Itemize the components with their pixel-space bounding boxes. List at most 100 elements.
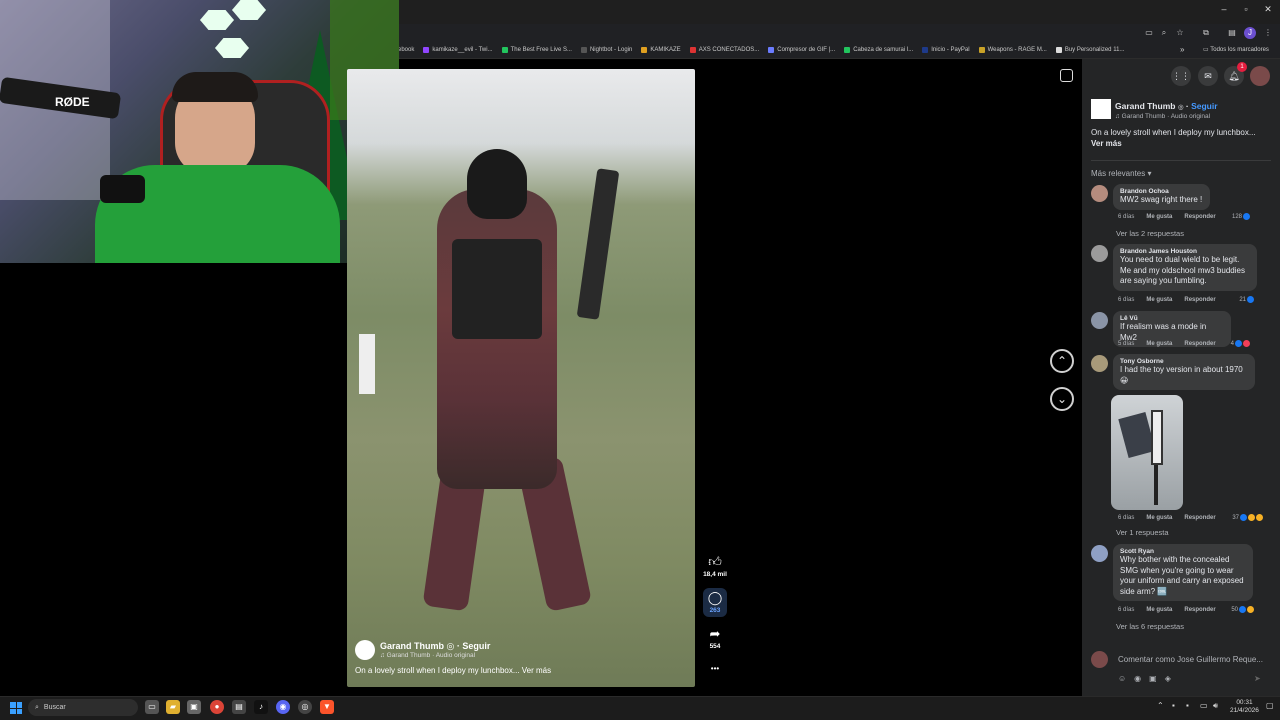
commenter-name[interactable]: Tony Osborne — [1120, 358, 1248, 365]
task-view-icon[interactable]: ▭ — [145, 700, 159, 714]
volume-icon[interactable]: 🔊︎ — [1213, 701, 1218, 711]
brave-icon[interactable]: ▼ — [320, 700, 334, 714]
file-explorer-icon[interactable]: ▰ — [166, 700, 180, 714]
cast-icon[interactable]: ▭ — [1143, 27, 1155, 39]
view-replies-link[interactable]: Ver 1 respuesta — [1116, 528, 1169, 537]
bookmark-item[interactable]: KAMIKAZE — [641, 47, 681, 53]
commenter-avatar[interactable] — [1091, 185, 1108, 202]
next-reel-button[interactable]: ⌄ — [1050, 387, 1074, 411]
notifications-icon[interactable]: ▢ — [1266, 701, 1274, 710]
emoji-icon[interactable]: ☺ — [1118, 674, 1126, 683]
clock[interactable]: 00:31 21/4/2026 — [1230, 699, 1259, 715]
windows-start-icon[interactable] — [10, 702, 22, 714]
comment-like-button[interactable]: Me gusta — [1146, 214, 1172, 220]
panel-audio[interactable]: ♫ Garand Thumb · Audio original — [1115, 113, 1210, 120]
reel-video[interactable] — [347, 69, 695, 687]
browser-menu-icon[interactable]: ⋮ — [1262, 27, 1274, 39]
bookmark-item[interactable]: Buy Personalized 11... — [1055, 47, 1124, 53]
profile-avatar[interactable] — [1250, 66, 1270, 86]
comment-input[interactable]: Comentar como Jose Guillermo Reque... — [1118, 655, 1268, 664]
view-replies-link[interactable]: Ver las 2 respuestas — [1116, 229, 1184, 238]
reaction-count[interactable]: 21 — [1239, 296, 1254, 303]
comment-reply-button[interactable]: Responder — [1184, 214, 1215, 220]
bookmark-item[interactable]: AXS CONECTADOS... — [689, 47, 759, 53]
comment-reply-button[interactable]: Responder — [1184, 515, 1215, 521]
comment-reply-button[interactable]: Responder — [1184, 341, 1215, 347]
reaction-count[interactable]: 4 — [1231, 340, 1250, 347]
camera-icon[interactable]: ◉ — [1134, 674, 1141, 683]
commenter-avatar[interactable] — [1091, 355, 1108, 372]
comment-like-button[interactable]: Me gusta — [1146, 341, 1172, 347]
commenter-name[interactable]: Lê Vũ — [1120, 315, 1224, 322]
zoom-icon[interactable]: ⌕ — [1158, 27, 1170, 39]
video-follow-button[interactable]: Seguir — [462, 641, 490, 651]
comment-reply-button[interactable]: Responder — [1184, 607, 1215, 613]
comment-like-button[interactable]: Me gusta — [1146, 607, 1172, 613]
bookmark-item[interactable]: ebook — [398, 47, 414, 53]
panel-follow-button[interactable]: Seguir — [1191, 101, 1217, 111]
collapse-panel-icon[interactable] — [1060, 69, 1073, 82]
gif-icon[interactable]: ▣ — [1149, 674, 1157, 683]
bookmark-item[interactable]: Weapons - RAGE M... — [978, 47, 1047, 53]
maximize-button[interactable]: ▫ — [1236, 4, 1256, 14]
bookmark-item[interactable]: kamikaze__evil - Twi... — [423, 47, 493, 53]
comment-time[interactable]: 6 días — [1118, 607, 1134, 613]
discord-icon[interactable]: ◉ — [276, 700, 290, 714]
bookmark-item[interactable]: Compresor de GIF |... — [768, 47, 835, 53]
video-audio[interactable]: ♫ Garand Thumb · Audio original — [380, 652, 490, 659]
bookmark-item[interactable]: Inicio - PayPal — [922, 47, 970, 53]
tray-expand-icon[interactable]: ⌃ — [1157, 701, 1164, 710]
bookmark-item[interactable]: Cabeza de samurai l... — [844, 47, 913, 53]
comment-like-button[interactable]: Me gusta — [1146, 297, 1172, 303]
chrome-icon[interactable]: ● — [210, 700, 224, 714]
commenter-avatar[interactable] — [1091, 545, 1108, 562]
bookmark-item[interactable]: The Best Free Live S... — [501, 47, 572, 53]
comment-reply-button[interactable]: Responder — [1184, 297, 1215, 303]
grid-icon[interactable]: ⋮⋮ — [1171, 66, 1191, 86]
send-icon[interactable]: ➤ — [1254, 674, 1261, 683]
bookmark-star-icon[interactable]: ☆ — [1174, 27, 1186, 39]
more-options-button[interactable]: ••• — [700, 664, 730, 673]
all-bookmarks-folder[interactable]: ▭ Todos los marcadores — [1203, 46, 1269, 53]
previous-reel-button[interactable]: ⌃ — [1050, 349, 1074, 373]
comment-time[interactable]: 6 días — [1118, 214, 1134, 220]
commenter-name[interactable]: Scott Ryan — [1120, 548, 1246, 555]
comment-action[interactable]: ◯ 263 — [703, 588, 727, 617]
video-caption[interactable]: On a lovely stroll when I deploy my lunc… — [355, 666, 675, 675]
commenter-name[interactable]: Brandon Ochoa — [1120, 188, 1203, 195]
comment-like-button[interactable]: Me gusta — [1146, 515, 1172, 521]
tray-app-icon[interactable]: ▪ — [1186, 701, 1189, 710]
comment-time[interactable]: 6 días — [1118, 515, 1134, 521]
bookmarks-overflow[interactable]: » — [1180, 45, 1184, 54]
like-action[interactable]: 👍︎ 18,4 mil — [700, 555, 730, 579]
reaction-count[interactable]: 128 — [1232, 213, 1250, 220]
sticker-icon[interactable]: ◈ — [1165, 674, 1171, 683]
minimize-button[interactable]: – — [1214, 4, 1234, 14]
commenter-name[interactable]: Brandon James Houston — [1120, 248, 1250, 255]
commenter-avatar[interactable] — [1091, 245, 1108, 262]
browser-profile-avatar[interactable]: J — [1244, 27, 1256, 39]
taskbar-search[interactable]: ⌕ Buscar — [28, 699, 138, 716]
comment-time[interactable]: 6 días — [1118, 297, 1134, 303]
video-author[interactable]: Garand Thumb — [380, 641, 444, 651]
extensions-icon[interactable]: ⧉ — [1200, 27, 1212, 39]
sidepanel-icon[interactable]: ▤ — [1226, 27, 1238, 39]
see-more-link[interactable]: Ver más — [1091, 139, 1122, 148]
messenger-icon[interactable]: ✉ — [1198, 66, 1218, 86]
app-icon[interactable]: ▤ — [232, 700, 246, 714]
view-replies-link[interactable]: Ver las 6 respuestas — [1116, 622, 1184, 631]
panel-author[interactable]: Garand Thumb — [1115, 101, 1175, 111]
store-icon[interactable]: ▣ — [187, 700, 201, 714]
share-action[interactable]: ➦ 554 — [700, 627, 730, 651]
network-icon[interactable]: ▭ — [1200, 701, 1208, 710]
author-avatar[interactable] — [355, 640, 375, 660]
comment-time[interactable]: 5 días — [1118, 341, 1134, 347]
tray-app-icon[interactable]: ▪ — [1172, 701, 1175, 710]
bookmark-item[interactable]: Nightbot - Login — [580, 47, 632, 53]
reaction-count[interactable]: 50 — [1231, 606, 1254, 613]
panel-author-avatar[interactable] — [1091, 99, 1111, 119]
sort-dropdown[interactable]: Más relevantes ▾ — [1091, 169, 1152, 178]
comment-image[interactable] — [1111, 395, 1183, 510]
close-window-button[interactable]: ✕ — [1258, 4, 1278, 15]
commenter-avatar[interactable] — [1091, 312, 1108, 329]
